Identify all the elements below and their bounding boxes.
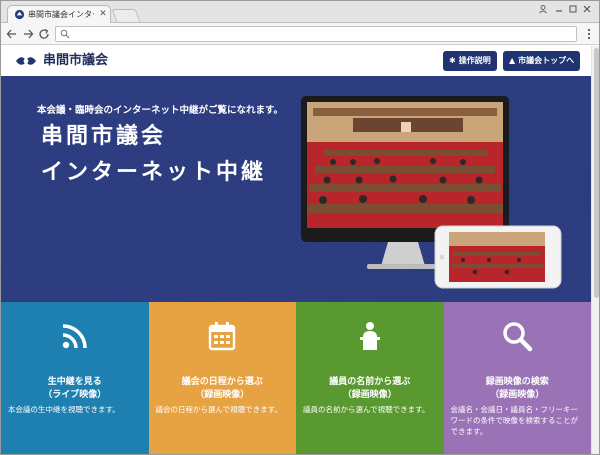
browser-menu-icon[interactable] xyxy=(583,26,595,42)
tile-title-line1: 議会の日程から選ぶ xyxy=(181,377,263,387)
tile-title-line1: 議員の名前から選ぶ xyxy=(329,377,411,387)
scrollbar-thumb[interactable] xyxy=(594,48,599,298)
devices-illustration xyxy=(301,96,562,289)
hero-title-line2: インターネット中継 xyxy=(41,160,267,185)
hero-subtitle: 本会議・臨時会のインターネット中継がご覧になれます。 xyxy=(37,105,284,116)
tile-title-line1: 生中継を見る xyxy=(47,377,102,387)
favicon-icon xyxy=(14,9,25,20)
vertical-scrollbar[interactable] xyxy=(591,46,599,454)
user-icon[interactable] xyxy=(537,4,549,16)
manual-label: 操作説明 xyxy=(458,56,491,65)
browser-toolbar xyxy=(1,23,599,45)
tile-search[interactable]: 録画映像の検索 （録画映像） 会議名・会議日・議員名・フリーキーワードの条件で映… xyxy=(443,302,591,454)
tab-strip: 串間市議会インターネット中 ✕ xyxy=(1,1,599,23)
live-broadcast-icon xyxy=(62,324,87,349)
tile-title-line1: 録画映像の検索 xyxy=(485,377,549,387)
monitor-stand xyxy=(381,242,425,266)
hero-banner: 本会議・臨時会のインターネット中継がご覧になれます。 串間市議会 インターネット… xyxy=(1,76,591,302)
tile-live[interactable]: 生中継を見る （ライブ映像） 本会議の生中継を視聴できます。 xyxy=(1,302,149,454)
manual-button[interactable]: ✱ 操作説明 xyxy=(443,51,497,71)
council-top-button[interactable]: ▲ 市議会トップへ xyxy=(503,51,581,71)
forward-icon[interactable] xyxy=(21,26,35,42)
tile-title-line2: （ライブ映像） xyxy=(43,390,107,400)
tile-description: 議員の名前から選んで視聴できます。 xyxy=(303,405,430,414)
browser-tab[interactable]: 串間市議会インターネット中 ✕ xyxy=(7,5,111,23)
tile-schedule[interactable]: 議会の日程から選ぶ （録画映像） 議会の日程から選んで視聴できます。 xyxy=(148,302,296,454)
close-window-icon[interactable] xyxy=(581,4,593,16)
council-top-label: 市議会トップへ xyxy=(518,56,575,65)
tile-description: 会議名・会議日・議員名・フリーキーワードの条件で映像を検索することができます。 xyxy=(450,405,579,436)
search-icon xyxy=(503,322,533,352)
tile-title-line2: （録画映像） xyxy=(195,390,250,400)
city-emblem-icon[interactable] xyxy=(15,52,37,70)
page-content: 串間市議会 ✱ 操作説明 ▲ 市議会トップへ 本会議・臨時会のインターネット中継がご… xyxy=(1,46,591,454)
browser-window: 串間市議会インターネット中 ✕ xyxy=(0,0,600,455)
tab-title: 串間市議会インターネット中 xyxy=(28,10,94,19)
navigation-tiles: 生中継を見る （ライブ映像） 本会議の生中継を視聴できます。 議会の日程から選ぶ… xyxy=(1,302,591,454)
tile-description: 本会議の生中継を視聴できます。 xyxy=(8,405,120,414)
gear-icon: ✱ xyxy=(449,56,456,65)
address-bar[interactable] xyxy=(55,26,577,42)
tile-member[interactable]: 議員の名前から選ぶ （録画映像） 議員の名前から選んで視聴できます。 xyxy=(296,302,444,454)
search-icon xyxy=(60,29,70,39)
tile-description: 議会の日程から選んで視聴できます。 xyxy=(155,405,282,414)
back-icon[interactable] xyxy=(5,26,19,42)
speaker-podium-icon xyxy=(359,322,380,350)
reload-icon[interactable] xyxy=(37,26,51,42)
site-header: 串間市議会 ✱ 操作説明 ▲ 市議会トップへ xyxy=(1,46,591,76)
site-title[interactable]: 串間市議会 xyxy=(43,52,108,70)
tile-title-line2: （録画映像） xyxy=(342,390,397,400)
tab-close-icon[interactable]: ✕ xyxy=(98,8,108,20)
tile-title-line2: （録画映像） xyxy=(490,390,545,400)
hero-title-line1: 串間市議会 xyxy=(41,124,167,149)
new-tab-button[interactable] xyxy=(111,9,141,22)
maximize-icon[interactable] xyxy=(567,4,579,16)
building-icon: ▲ xyxy=(509,56,516,65)
calendar-icon xyxy=(209,322,236,351)
minimize-icon[interactable] xyxy=(553,4,565,16)
